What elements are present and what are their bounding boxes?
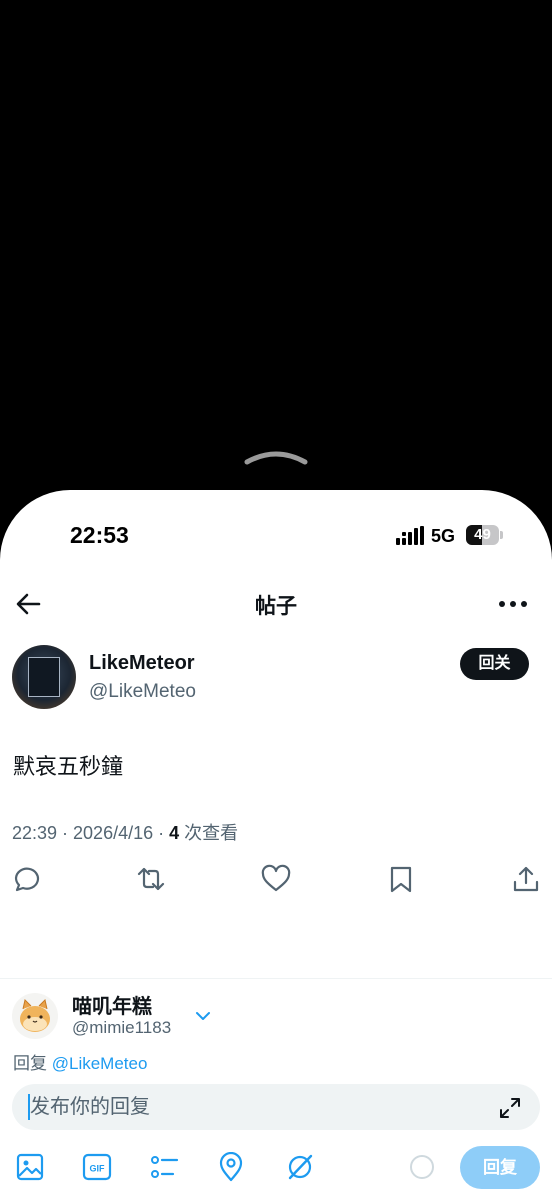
- character-count-ring: [410, 1155, 434, 1179]
- svg-text:GIF: GIF: [90, 1164, 106, 1174]
- divider: [0, 978, 552, 979]
- chevron-down-icon[interactable]: [193, 1006, 213, 1026]
- reply-prefix: 回复: [13, 1054, 52, 1073]
- image-icon[interactable]: [15, 1152, 45, 1182]
- page-title: 帖子: [255, 595, 297, 618]
- gif-icon[interactable]: GIF: [82, 1152, 112, 1182]
- cat-avatar-icon: [20, 999, 50, 1032]
- replying-to: 回复 @LikeMeteo: [13, 1049, 147, 1074]
- view-count: 4: [169, 823, 180, 843]
- location-icon[interactable]: [216, 1152, 246, 1182]
- comment-icon[interactable]: [12, 864, 42, 894]
- reply-account-handle: @mimie1183: [72, 1018, 172, 1037]
- status-time: 22:53: [70, 522, 129, 548]
- post-actions: [0, 864, 552, 898]
- reply-account-name: 喵叽年糕: [72, 996, 152, 1018]
- bookmark-icon[interactable]: [386, 864, 416, 894]
- signal-icon: [396, 526, 424, 545]
- reply-input[interactable]: [30, 1084, 490, 1130]
- status-bar: 22:53 5G 49: [0, 490, 552, 580]
- reply-mention[interactable]: @LikeMeteo: [52, 1054, 148, 1073]
- reply-compose-box[interactable]: [12, 1084, 540, 1130]
- reply-account-avatar[interactable]: [12, 993, 58, 1039]
- top-nav: 帖子: [0, 586, 552, 626]
- chevron-up-icon[interactable]: [244, 446, 308, 466]
- repost-icon[interactable]: [136, 864, 166, 894]
- like-icon[interactable]: [261, 864, 291, 894]
- expand-icon[interactable]: [498, 1096, 522, 1120]
- follow-back-button[interactable]: 回关: [460, 648, 529, 680]
- post-sheet: 22:53 5G 49 帖子 LikeMeteor @LikeMeteo 回关 …: [0, 490, 552, 1200]
- network-type: 5G: [431, 526, 456, 546]
- poll-icon[interactable]: [149, 1152, 179, 1182]
- battery-level: 49: [474, 526, 491, 543]
- grok-icon[interactable]: [285, 1152, 315, 1182]
- view-label: 次查看: [179, 823, 239, 843]
- author-name[interactable]: LikeMeteor: [89, 652, 195, 675]
- post-meta: 22:39 · 2026/4/16 · 4 次查看: [12, 819, 238, 845]
- battery-icon: 49: [466, 525, 503, 545]
- reply-submit-button[interactable]: 回复: [460, 1146, 540, 1189]
- post-timestamp: 22:39 · 2026/4/16 ·: [12, 823, 170, 843]
- post-text: 默哀五秒鐘: [13, 754, 124, 779]
- author-handle[interactable]: @LikeMeteo: [89, 681, 196, 703]
- author-avatar[interactable]: [12, 645, 76, 709]
- share-icon[interactable]: [511, 864, 541, 894]
- more-icon[interactable]: [498, 590, 528, 618]
- background-dim: [0, 0, 552, 500]
